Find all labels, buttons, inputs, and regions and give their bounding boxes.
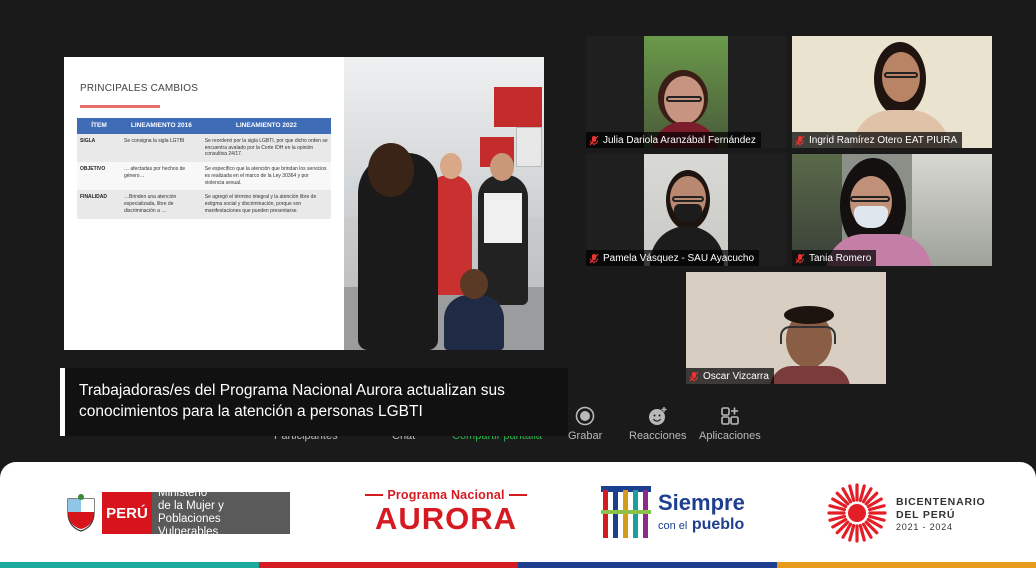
table-cell-2016: …Brinden una atención especializada, lib… (121, 190, 202, 219)
mimp-line-2: de la Mujer y (158, 500, 224, 512)
slide-table: ÍTEM LINEAMIENTO 2016 LINEAMIENTO 2022 S… (77, 118, 331, 219)
slide-content: PRINCIPALES CAMBIOS ÍTEM LINEAMIENTO 201… (64, 57, 344, 350)
coat-of-arms-icon (67, 494, 95, 532)
siempre-line-2: con el pueblo (658, 516, 744, 534)
slide-table-header: ÍTEM LINEAMIENTO 2016 LINEAMIENTO 2022 (77, 118, 331, 134)
mic-muted-icon (589, 253, 599, 263)
reactions-button[interactable]: Reacciones (629, 405, 686, 442)
mimp-logo: PERÚ Ministerio de la Mujer y Poblacione… (64, 487, 290, 538)
record-label: Grabar (568, 430, 603, 442)
mic-muted-icon (795, 135, 805, 145)
siempre-line-1: Siempre (658, 490, 745, 515)
video-tile[interactable]: Ingrid Ramírez Otero EAT PIURA (792, 36, 992, 148)
siempre-con: con el (658, 520, 688, 532)
aurora-logo: Programa Nacional AURORA (362, 488, 530, 540)
participant-name-tag: Julia Dariola Aranzábal Fernández (586, 132, 761, 148)
siempre-figures-icon (601, 486, 651, 538)
table-row: FINALIDAD …Brinden una atención especial… (77, 190, 331, 219)
bicentenario-line-1: BICENTENARIO (896, 496, 986, 508)
mic-muted-icon (795, 253, 805, 263)
bicentenario-line-3: 2021 - 2024 (896, 522, 953, 532)
video-tile[interactable]: Oscar Vizcarra (686, 272, 886, 384)
bicentenario-sun-icon (827, 483, 887, 543)
bicentenario-line-2: DEL PERÚ (896, 509, 956, 521)
table-header-2022: LINEAMIENTO 2022 (201, 118, 331, 134)
video-tile[interactable]: Pamela Vásquez - SAU Ayacucho (586, 154, 786, 266)
participant-name: Pamela Vásquez - SAU Ayacucho (603, 252, 755, 264)
participant-name: Julia Dariola Aranzábal Fernández (603, 134, 756, 146)
table-header-2016: LINEAMIENTO 2016 (121, 118, 202, 134)
table-cell-item: FINALIDAD (77, 190, 121, 219)
table-cell-2016: … afectadas por hechos de género… (121, 162, 202, 191)
participant-name-tag: Pamela Vásquez - SAU Ayacucho (586, 250, 760, 266)
table-row: SIGLA Se consigna la sigla LGTBI Se reor… (77, 133, 331, 163)
reactions-label: Reacciones (629, 430, 687, 442)
siempre-logo: Siempre con el pueblo (598, 482, 768, 544)
record-button[interactable]: Grabar (568, 405, 602, 442)
record-icon (575, 406, 595, 426)
mimp-line-1: Ministerio (158, 487, 208, 499)
video-tile[interactable]: Julia Dariola Aranzábal Fernández (586, 36, 786, 148)
table-cell-2022: Se reordenó por la sigla LGBTI, por que … (201, 133, 331, 163)
bicentenario-logo: BICENTENARIO DEL PERÚ 2021 - 2024 (826, 482, 1006, 544)
mimp-name: Ministerio de la Mujer y Poblaciones Vul… (152, 487, 290, 538)
table-cell-item: SIGLA (77, 133, 121, 163)
mic-muted-icon (689, 371, 699, 381)
participant-name: Ingrid Ramírez Otero EAT PIURA (809, 134, 958, 146)
table-cell-2022: Se específico que la atención que brinda… (201, 162, 331, 191)
participant-name-tag: Oscar Vizcarra (686, 368, 774, 384)
mimp-line-3: Poblaciones Vulnerables (158, 513, 221, 538)
participant-name: Oscar Vizcarra (703, 370, 769, 382)
table-cell-2022: Se agregó el término integral y la atenc… (201, 190, 331, 219)
slide-photo (344, 57, 544, 350)
aurora-top-text: Programa Nacional (387, 488, 505, 502)
slide-title-underline (80, 105, 160, 108)
participant-name-tag: Ingrid Ramírez Otero EAT PIURA (792, 132, 963, 148)
table-cell-2016: Se consigna la sigla LGTBI (121, 133, 202, 163)
apps-label: Aplicaciones (699, 430, 761, 442)
video-tile[interactable]: Tania Romero (792, 154, 992, 266)
peru-badge: PERÚ (102, 492, 152, 534)
participant-name-tag: Tania Romero (792, 250, 877, 266)
slide-title: PRINCIPALES CAMBIOS (80, 83, 199, 94)
apps-icon (721, 407, 739, 425)
mic-muted-icon (589, 135, 599, 145)
table-header-item: ÍTEM (77, 118, 121, 134)
footer-color-bar (0, 562, 1036, 568)
apps-button[interactable]: Aplicaciones (699, 405, 761, 442)
participant-name: Tania Romero (809, 252, 872, 264)
siempre-pueblo: pueblo (691, 516, 745, 533)
smiley-icon (648, 407, 667, 425)
table-row: OBJETIVO … afectadas por hechos de géner… (77, 162, 331, 191)
footer-logos: PERÚ Ministerio de la Mujer y Poblacione… (0, 462, 1036, 568)
aurora-main-text: AURORA (374, 501, 518, 536)
shared-screen: PRINCIPALES CAMBIOS ÍTEM LINEAMIENTO 201… (64, 57, 544, 350)
news-caption: Trabajadoras/es del Programa Nacional Au… (60, 368, 568, 436)
caption-line-2: conocimientos para la atención a persona… (79, 403, 423, 420)
table-cell-item: OBJETIVO (77, 162, 121, 191)
caption-line-1: Trabajadoras/es del Programa Nacional Au… (79, 382, 505, 399)
